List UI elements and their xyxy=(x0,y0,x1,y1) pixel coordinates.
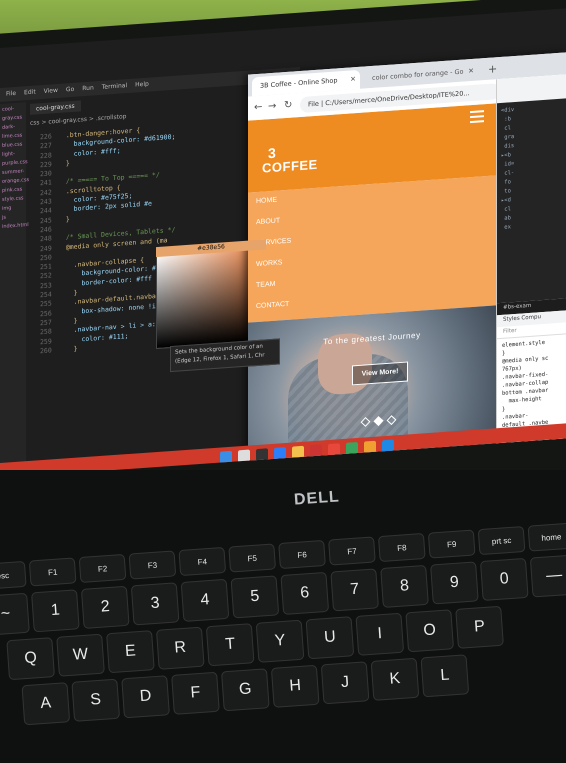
key-prtsc[interactable]: prt sc xyxy=(478,527,525,555)
close-icon[interactable]: ✕ xyxy=(350,75,356,83)
line-text: } xyxy=(58,288,78,298)
key-home[interactable]: home xyxy=(528,523,566,551)
laptop-screen: File Edit View Go Run Terminal Help cool… xyxy=(0,8,566,479)
close-icon[interactable]: ✕ xyxy=(468,67,474,75)
key-h[interactable]: H xyxy=(271,665,319,707)
vscode-icon[interactable] xyxy=(382,439,394,453)
key-q[interactable]: Q xyxy=(7,638,54,680)
key-[interactable]: ~ xyxy=(0,593,29,635)
explorer-item[interactable]: cool-gray.css xyxy=(2,104,24,124)
key-f[interactable]: F xyxy=(172,672,219,714)
new-tab-icon[interactable]: + xyxy=(488,62,497,76)
key-f2[interactable]: F2 xyxy=(79,554,126,582)
key-4[interactable]: 4 xyxy=(181,579,229,621)
site-logo[interactable]: 3 COFFEE xyxy=(262,145,318,178)
tab-title: color combo for orange - Go xyxy=(372,67,464,82)
editor-tab[interactable]: cool-gray.css xyxy=(30,100,81,115)
key-f5[interactable]: F5 xyxy=(229,544,275,572)
key-e[interactable]: E xyxy=(107,631,154,673)
key-6[interactable]: 6 xyxy=(281,572,329,614)
explorer-item[interactable]: dark-lime.css xyxy=(2,122,24,142)
hero-title: To the greatest Journey xyxy=(323,330,421,347)
vscode-explorer: cool-gray.css dark-lime.css blue.css lig… xyxy=(0,102,29,479)
key-p[interactable]: P xyxy=(456,606,503,648)
key-f3[interactable]: F3 xyxy=(129,551,176,579)
hamburger-menu-icon[interactable] xyxy=(470,110,484,124)
explorer-item[interactable]: index.html xyxy=(2,221,29,232)
menu-terminal[interactable]: Terminal xyxy=(102,82,127,92)
logo-number: 3 xyxy=(268,144,276,162)
key-u[interactable]: U xyxy=(306,617,354,659)
carousel-indicators xyxy=(360,415,397,427)
key-s[interactable]: S xyxy=(72,679,119,721)
tab-title: 3B Coffee - Online Shop xyxy=(260,76,338,90)
office-icon[interactable] xyxy=(310,444,322,458)
chrome-icon[interactable] xyxy=(346,441,358,455)
line-text: } xyxy=(58,344,78,354)
key-3[interactable]: 3 xyxy=(131,583,179,625)
menu-help[interactable]: Help xyxy=(135,81,149,90)
opera-icon[interactable] xyxy=(328,443,340,457)
key-o[interactable]: O xyxy=(406,610,453,652)
key-k[interactable]: K xyxy=(371,658,419,700)
key-f7[interactable]: F7 xyxy=(329,537,375,565)
explorer-item[interactable]: style.css xyxy=(2,194,24,205)
website-viewport: 3 COFFEE HOME ABOUT SERVICES WORKS TEAM … xyxy=(248,103,496,479)
key-j[interactable]: J xyxy=(321,662,369,704)
key-2[interactable]: 2 xyxy=(81,586,129,628)
menu-file[interactable]: File xyxy=(6,90,16,99)
devtools-panel: <div :b cl gra dis ▸<b id= cl- fo to ▸<d c… xyxy=(496,74,566,478)
key-5[interactable]: 5 xyxy=(231,576,279,618)
key-[interactable]: — xyxy=(530,555,566,597)
menu-go[interactable]: Go xyxy=(66,86,74,95)
explorer-item[interactable]: light-purple.css xyxy=(2,149,28,169)
key-f1[interactable]: F1 xyxy=(29,558,76,586)
key-y[interactable]: Y xyxy=(256,620,304,662)
chrome-window: 3B Coffee - Online Shop ✕ color combo fo… xyxy=(248,52,566,479)
line-text: } xyxy=(58,159,70,168)
dell-logo: DELL xyxy=(293,488,341,509)
key-f8[interactable]: F8 xyxy=(379,534,425,562)
key-d[interactable]: D xyxy=(122,676,169,718)
key-1[interactable]: 1 xyxy=(32,590,79,632)
back-icon[interactable]: ← xyxy=(254,102,262,114)
key-f9[interactable]: F9 xyxy=(428,530,475,558)
line-text: } xyxy=(58,316,78,326)
key-l[interactable]: L xyxy=(421,655,469,697)
dom-tree[interactable]: <div :b cl gra dis ▸<b id= cl- fo to ▸<d c… xyxy=(497,98,566,304)
view-more-button[interactable]: View More! xyxy=(352,361,408,386)
key-i[interactable]: I xyxy=(356,613,404,655)
key-8[interactable]: 8 xyxy=(381,565,428,607)
search-icon[interactable] xyxy=(238,449,250,463)
edge-icon[interactable] xyxy=(274,447,286,460)
key-esc[interactable]: esc xyxy=(0,561,26,589)
key-9[interactable]: 9 xyxy=(431,562,478,604)
menu-edit[interactable]: Edit xyxy=(24,89,36,98)
site-nav-menu: HOME ABOUT SERVICES WORKS TEAM CONTACT xyxy=(248,175,496,323)
menu-view[interactable]: View xyxy=(44,87,58,96)
key-a[interactable]: A xyxy=(22,683,70,725)
forward-icon[interactable]: → xyxy=(268,101,276,113)
key-f4[interactable]: F4 xyxy=(179,547,226,575)
line-text: } xyxy=(58,214,70,224)
key-t[interactable]: T xyxy=(206,624,254,666)
task-view-icon[interactable] xyxy=(256,448,268,462)
key-g[interactable]: G xyxy=(222,669,269,711)
key-0[interactable]: 0 xyxy=(481,558,528,600)
photo-laptop-screen: File Edit View Go Run Terminal Help cool… xyxy=(0,0,566,763)
reload-icon[interactable]: ↻ xyxy=(284,100,292,112)
file-explorer-icon[interactable] xyxy=(292,445,304,459)
menu-run[interactable]: Run xyxy=(82,84,94,93)
start-icon[interactable] xyxy=(220,450,232,464)
chrome-active-icon[interactable] xyxy=(364,440,376,454)
editor-breadcrumb[interactable]: css > cool-gray.css > .scrollstop xyxy=(30,113,126,127)
key-f6[interactable]: F6 xyxy=(279,541,325,569)
explorer-item[interactable]: summer-orange.css xyxy=(2,167,29,187)
key-w[interactable]: W xyxy=(57,634,104,676)
key-r[interactable]: R xyxy=(157,627,204,669)
line-number: 260 xyxy=(40,346,52,356)
key-7[interactable]: 7 xyxy=(331,569,378,611)
